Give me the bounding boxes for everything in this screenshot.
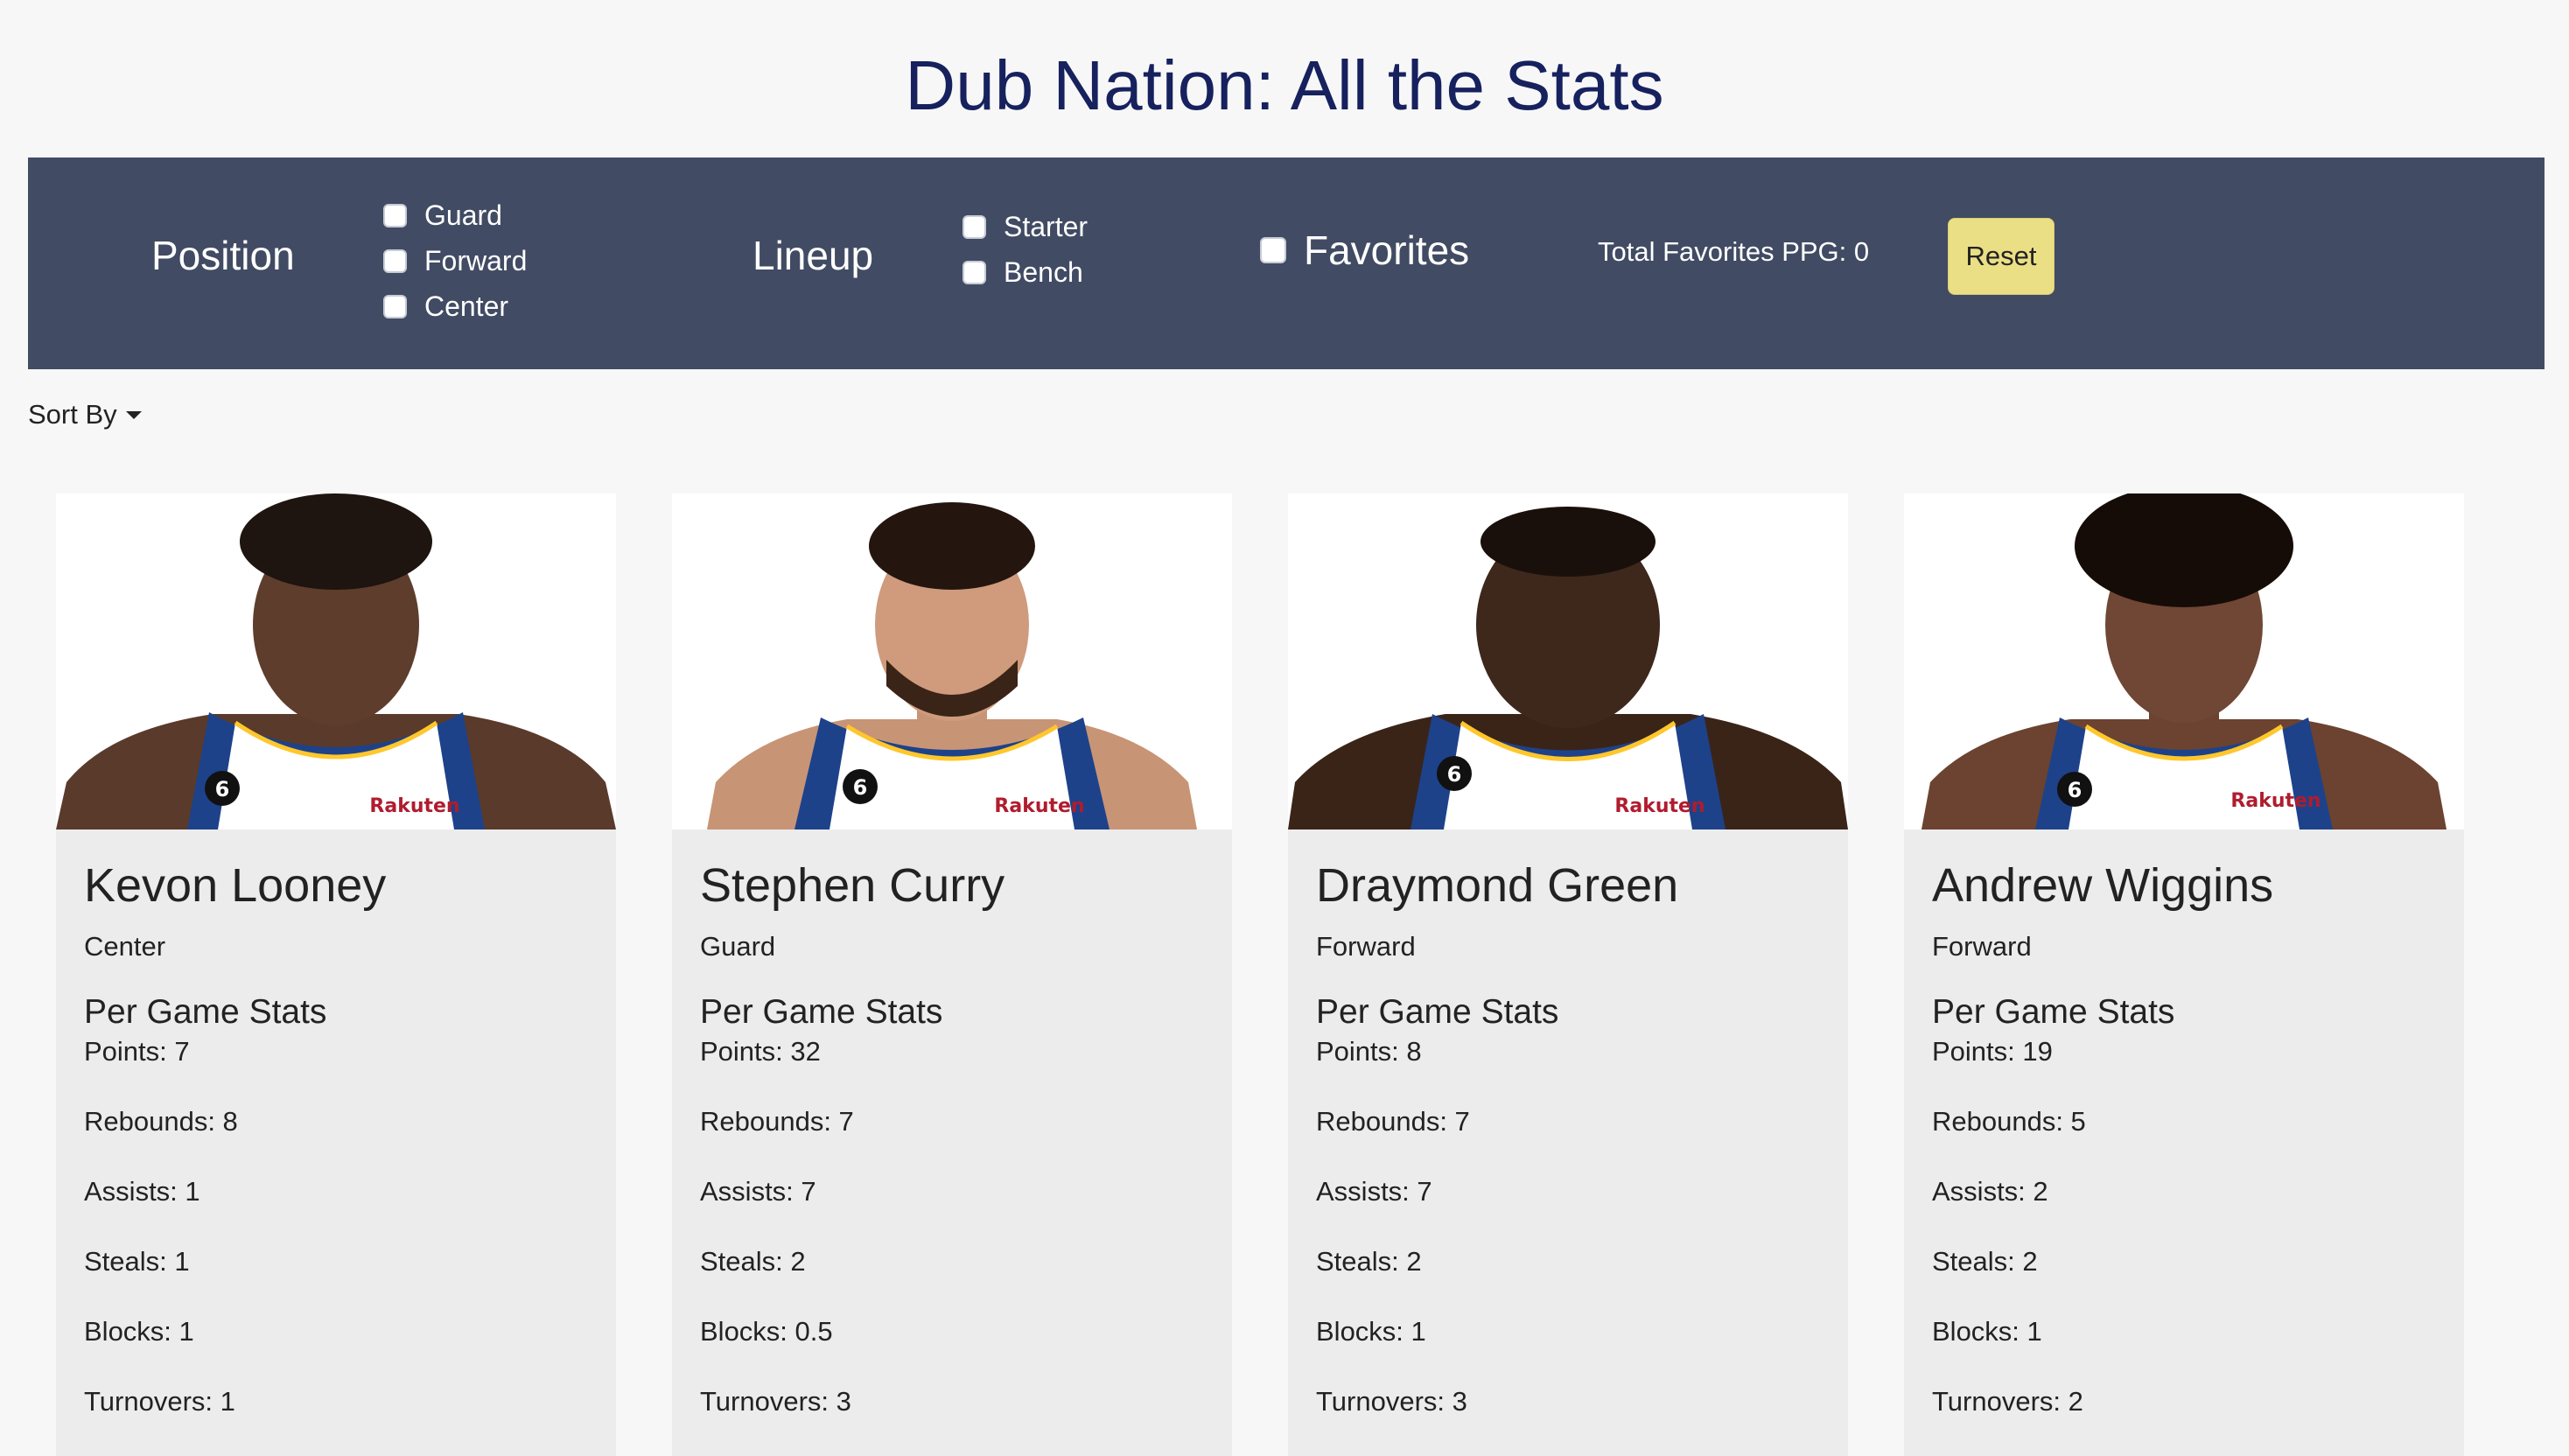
svg-text:Rakuten: Rakuten (369, 795, 459, 817)
checkbox-box[interactable] (383, 294, 407, 318)
player-name: Draymond Green (1316, 859, 1679, 912)
center-label: Center (424, 290, 509, 322)
bench-checkbox[interactable]: Bench (962, 249, 1083, 295)
svg-text:Rakuten: Rakuten (1614, 795, 1704, 817)
player-card: 6 Rakuten Stephen Curry Guard Per Game S… (672, 494, 1232, 1456)
favorites-label: Favorites (1304, 228, 1470, 273)
stat-turnovers: Turnovers: 3 (700, 1386, 851, 1417)
player-position: Guard (700, 931, 776, 962)
player-name: Andrew Wiggins (1932, 859, 2274, 912)
stat-steals: Steals: 1 (84, 1246, 190, 1277)
checkbox-box[interactable] (1260, 237, 1286, 263)
caret-down-icon (125, 410, 142, 419)
stats-heading: Per Game Stats (1316, 993, 1559, 1031)
position-filter-label: Position (151, 233, 295, 278)
player-headshot-image: 6 Rakuten (707, 502, 1197, 830)
svg-text:Rakuten: Rakuten (2230, 790, 2320, 812)
player-photo: 6 Rakuten (56, 494, 616, 830)
player-headshot-image: 6 Rakuten (56, 494, 616, 830)
stat-blocks: Blocks: 1 (1316, 1316, 1426, 1347)
player-position: Forward (1932, 931, 2032, 962)
player-photo: 6 Rakuten (1288, 494, 1848, 830)
player-photo: 6 Rakuten (672, 494, 1232, 830)
svg-text:Rakuten: Rakuten (994, 795, 1084, 817)
stat-rebounds: Rebounds: 8 (84, 1106, 238, 1137)
bench-label: Bench (1004, 256, 1083, 288)
lineup-filter-label: Lineup (752, 233, 874, 278)
forward-label: Forward (424, 244, 528, 276)
guard-checkbox[interactable]: Guard (383, 192, 502, 238)
player-card: 6 Rakuten Kevon Looney Center Per Game S… (56, 494, 616, 1456)
stats-heading: Per Game Stats (1932, 993, 2175, 1031)
stat-rebounds: Rebounds: 7 (700, 1106, 854, 1137)
stat-assists: Assists: 1 (84, 1176, 200, 1207)
player-position: Center (84, 931, 166, 962)
sort-by-dropdown[interactable]: Sort By (28, 399, 142, 430)
stat-rebounds: Rebounds: 5 (1932, 1106, 2086, 1137)
stat-steals: Steals: 2 (1316, 1246, 1422, 1277)
stat-blocks: Blocks: 0.5 (700, 1316, 833, 1347)
svg-text:6: 6 (853, 775, 868, 800)
guard-label: Guard (424, 199, 502, 231)
stats-heading: Per Game Stats (84, 993, 327, 1031)
player-position: Forward (1316, 931, 1416, 962)
center-checkbox[interactable]: Center (383, 284, 508, 329)
player-card: 6 Rakuten Draymond Green Forward Per Gam… (1288, 494, 1848, 1456)
checkbox-box[interactable] (383, 203, 407, 228)
sort-by-label: Sort By (28, 399, 117, 430)
stat-rebounds: Rebounds: 7 (1316, 1106, 1470, 1137)
player-photo: 6 Rakuten (1904, 494, 2464, 830)
player-headshot-image: 6 Rakuten (1922, 494, 2446, 830)
stat-steals: Steals: 2 (1932, 1246, 2038, 1277)
stat-blocks: Blocks: 1 (1932, 1316, 2042, 1347)
stat-assists: Assists: 2 (1932, 1176, 2048, 1207)
forward-checkbox[interactable]: Forward (383, 238, 527, 284)
stats-heading: Per Game Stats (700, 993, 943, 1031)
checkbox-box[interactable] (962, 214, 986, 239)
starter-checkbox[interactable]: Starter (962, 204, 1088, 249)
stat-points: Points: 8 (1316, 1036, 1422, 1067)
stat-points: Points: 32 (700, 1036, 821, 1067)
stat-blocks: Blocks: 1 (84, 1316, 194, 1347)
reset-button[interactable]: Reset (1948, 218, 2054, 295)
svg-text:6: 6 (2068, 778, 2082, 802)
stat-turnovers: Turnovers: 3 (1316, 1386, 1467, 1417)
player-headshot-image: 6 Rakuten (1288, 507, 1848, 830)
stat-turnovers: Turnovers: 1 (84, 1386, 235, 1417)
stat-assists: Assists: 7 (1316, 1176, 1432, 1207)
player-name: Stephen Curry (700, 859, 1005, 912)
starter-label: Starter (1004, 210, 1088, 242)
player-card: 6 Rakuten Andrew Wiggins Forward Per Gam… (1904, 494, 2464, 1456)
checkbox-box[interactable] (962, 260, 986, 284)
player-name: Kevon Looney (84, 859, 387, 912)
stat-points: Points: 19 (1932, 1036, 2053, 1067)
svg-text:6: 6 (1447, 762, 1462, 787)
total-favorites-ppg: Total Favorites PPG: 0 (1598, 236, 1870, 267)
page-title: Dub Nation: All the Stats (905, 46, 1664, 124)
svg-text:6: 6 (215, 777, 230, 802)
stat-assists: Assists: 7 (700, 1176, 816, 1207)
favorites-checkbox[interactable]: Favorites (1260, 224, 1469, 276)
checkbox-box[interactable] (383, 248, 407, 273)
filter-bar: Position Guard Forward Center Lineup Sta… (28, 158, 2544, 369)
stat-turnovers: Turnovers: 2 (1932, 1386, 2083, 1417)
stat-points: Points: 7 (84, 1036, 190, 1067)
stat-steals: Steals: 2 (700, 1246, 806, 1277)
